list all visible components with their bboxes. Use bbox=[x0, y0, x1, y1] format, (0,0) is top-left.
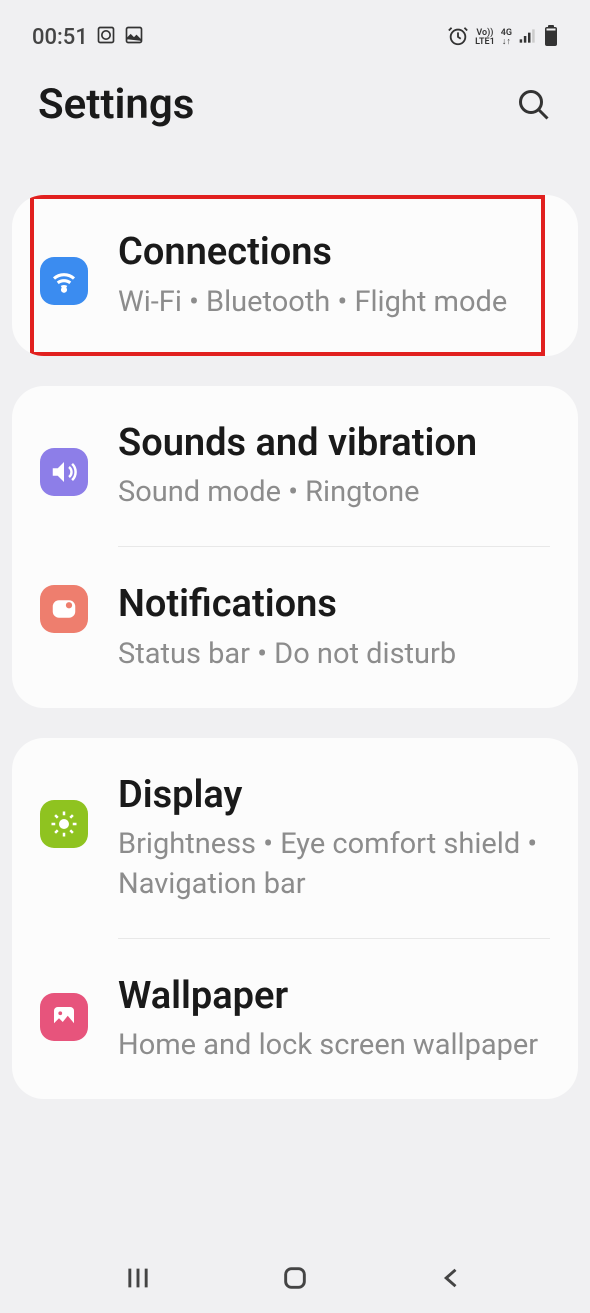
setting-title: Sounds and vibration bbox=[118, 420, 550, 468]
network-4g-icon: 4G↓↑ bbox=[501, 29, 512, 47]
wifi-icon bbox=[40, 257, 88, 305]
setting-subtitle: Status bar • Do not disturb bbox=[118, 635, 550, 674]
clock-app-icon bbox=[96, 25, 116, 51]
setting-subtitle: Sound mode • Ringtone bbox=[118, 473, 550, 512]
home-button[interactable] bbox=[275, 1258, 315, 1298]
wallpaper-icon bbox=[40, 993, 88, 1041]
setting-title: Notifications bbox=[118, 581, 550, 629]
back-button[interactable] bbox=[432, 1258, 472, 1298]
setting-item-display[interactable]: Display Brightness • Eye comfort shield … bbox=[12, 738, 578, 938]
status-time: 00:51 bbox=[32, 25, 88, 50]
setting-title: Display bbox=[118, 772, 550, 820]
recents-button[interactable] bbox=[118, 1258, 158, 1298]
notifications-icon bbox=[40, 585, 88, 633]
setting-item-notifications[interactable]: Notifications Status bar • Do not distur… bbox=[12, 547, 578, 708]
setting-subtitle: Wi-Fi • Bluetooth • Flight mode bbox=[118, 283, 550, 322]
setting-title: Connections bbox=[118, 229, 550, 277]
gap-bar bbox=[20, 159, 570, 177]
sound-icon bbox=[40, 448, 88, 496]
setting-text: Display Brightness • Eye comfort shield … bbox=[118, 772, 550, 904]
setting-text: Notifications Status bar • Do not distur… bbox=[118, 581, 550, 674]
setting-text: Wallpaper Home and lock screen wallpaper bbox=[118, 973, 550, 1066]
setting-item-wallpaper[interactable]: Wallpaper Home and lock screen wallpaper bbox=[12, 939, 578, 1100]
battery-icon bbox=[544, 25, 558, 51]
status-left: 00:51 bbox=[32, 25, 144, 51]
settings-card-sounds: Sounds and vibration Sound mode • Ringto… bbox=[12, 386, 578, 708]
setting-item-sounds[interactable]: Sounds and vibration Sound mode • Ringto… bbox=[12, 386, 578, 547]
setting-title: Wallpaper bbox=[118, 973, 550, 1021]
signal-icon bbox=[518, 26, 538, 50]
settings-card-display: Display Brightness • Eye comfort shield … bbox=[12, 738, 578, 1099]
image-app-icon bbox=[124, 25, 144, 51]
status-right: Vo))LTE1 4G↓↑ bbox=[447, 25, 558, 51]
settings-card-connections: Connections Wi-Fi • Bluetooth • Flight m… bbox=[12, 195, 578, 356]
settings-header: Settings bbox=[0, 65, 590, 159]
page-title: Settings bbox=[38, 80, 194, 129]
setting-text: Sounds and vibration Sound mode • Ringto… bbox=[118, 420, 550, 513]
setting-item-connections[interactable]: Connections Wi-Fi • Bluetooth • Flight m… bbox=[12, 195, 578, 356]
setting-subtitle: Home and lock screen wallpaper bbox=[118, 1026, 550, 1065]
setting-text: Connections Wi-Fi • Bluetooth • Flight m… bbox=[118, 229, 550, 322]
navigation-bar bbox=[0, 1243, 590, 1313]
search-button[interactable] bbox=[516, 87, 552, 123]
status-bar: 00:51 Vo))LTE1 4G↓↑ bbox=[0, 0, 590, 65]
alarm-icon bbox=[447, 25, 469, 51]
volte-icon: Vo))LTE1 bbox=[475, 29, 495, 47]
setting-subtitle: Brightness • Eye comfort shield • Naviga… bbox=[118, 825, 550, 903]
display-icon bbox=[40, 800, 88, 848]
